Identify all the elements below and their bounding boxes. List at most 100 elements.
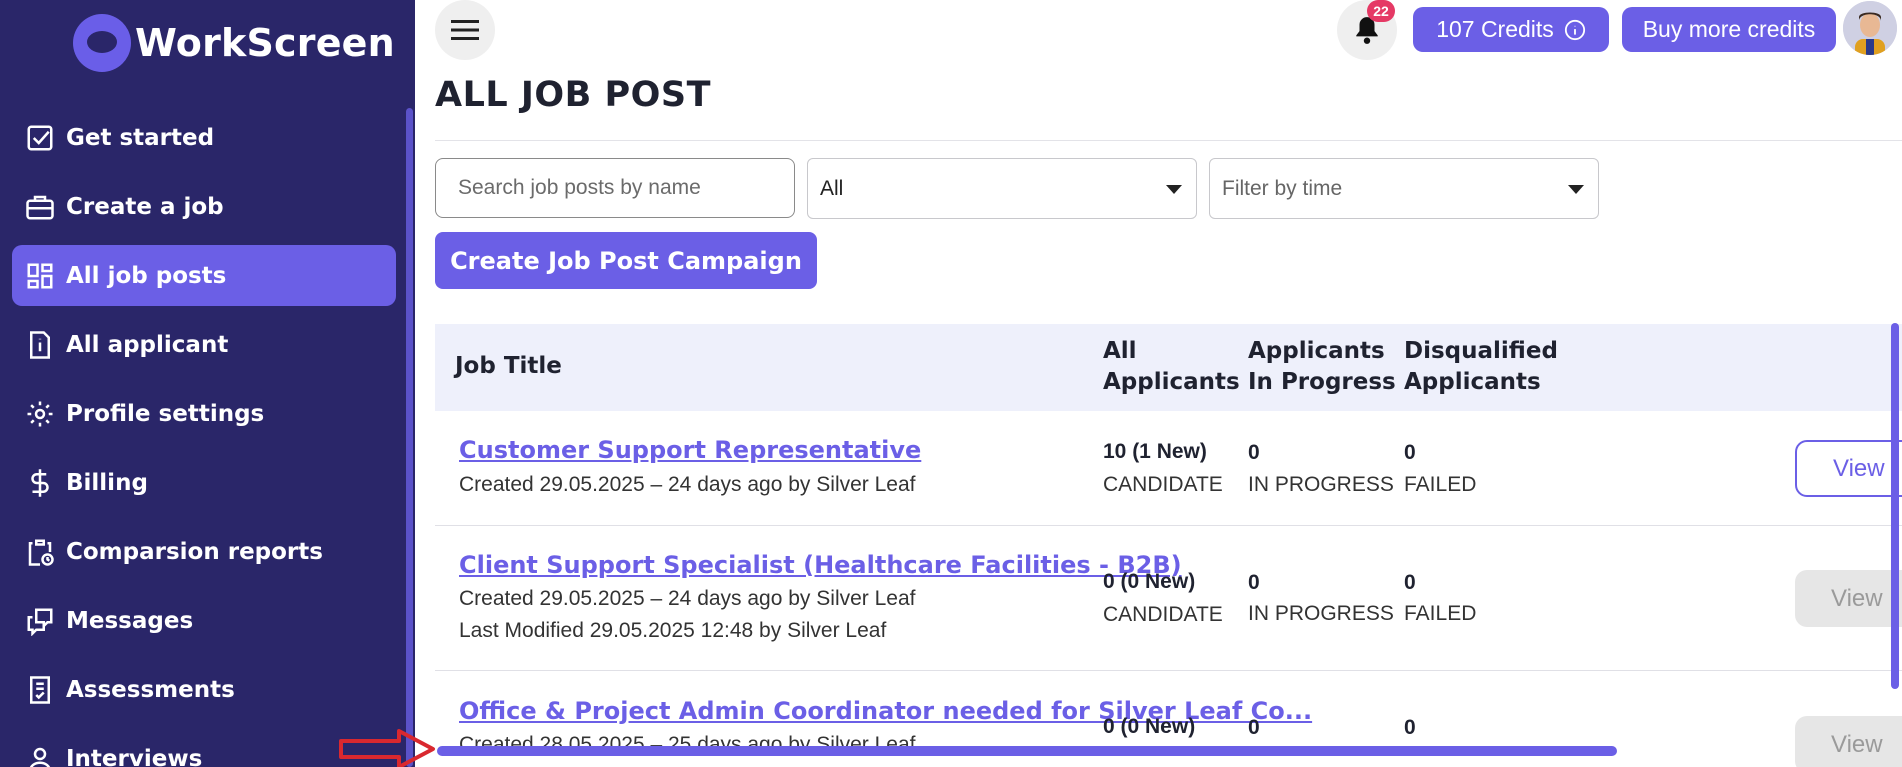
sidebar-item-profile-settings[interactable]: Profile settings [12,383,396,444]
checklist-icon [24,674,56,706]
header-label: Applicants [1103,369,1240,395]
chat-icon [24,605,56,637]
buy-credits-label: Buy more credits [1642,16,1816,42]
in-progress-count: 0 [1248,571,1260,594]
view-button[interactable]: View [1795,716,1902,767]
in-progress-count: 0 [1248,716,1260,739]
sidebar-item-label: Get started [66,124,215,151]
header-label: Job Title [455,353,562,379]
view-button[interactable]: View [1795,440,1902,497]
column-header-disqualified-applicants[interactable]: Disqualified Applicants [1404,336,1558,398]
sidebar-item-all-job-posts[interactable]: All job posts [12,245,396,306]
sidebar-item-label: Create a job [66,193,224,220]
sidebar-item-label: Billing [66,469,148,496]
job-title-link[interactable]: Customer Support Representative [459,436,921,464]
sidebar-item-billing[interactable]: Billing [12,452,396,513]
grid-icon [24,260,56,292]
table-row: Client Support Specialist (Healthcare Fa… [435,526,1902,671]
job-title-link[interactable]: Client Support Specialist (Healthcare Fa… [459,551,1182,579]
sidebar-nav: Get started Create a job All job posts A… [12,107,396,767]
job-created-meta: Created 29.05.2025 – 24 days ago by Silv… [459,473,916,496]
sidebar-item-label: Comparsion reports [66,538,323,565]
info-document-icon [24,329,56,361]
horizontal-scrollbar[interactable] [437,746,1617,756]
sidebar-item-comparsion-reports[interactable]: Comparsion reports [12,521,396,582]
column-header-applicants-in-progress[interactable]: Applicants In Progress [1248,336,1396,398]
page-title: ALL JOB POST [435,75,712,115]
header-label: Disqualified [1404,338,1558,364]
annotation-arrow-icon [339,729,435,767]
in-progress-count: 0 [1248,441,1260,464]
table-row: Customer Support Representative Created … [435,411,1902,526]
view-label: View [1833,454,1885,482]
sidebar-item-label: Interviews [66,745,203,767]
sidebar-item-all-applicant[interactable]: All applicant [12,314,396,375]
sidebar-item-get-started[interactable]: Get started [12,107,396,168]
divider [435,140,1902,141]
brand-logo[interactable]: WorkScreen [73,14,395,72]
avatar[interactable] [1843,1,1897,55]
credits-label: 107 Credits [1436,16,1554,42]
vertical-scrollbar[interactable] [1891,323,1899,689]
sidebar-item-label: Assessments [66,676,235,703]
view-button[interactable]: View [1795,570,1902,627]
sidebar-item-messages[interactable]: Messages [12,590,396,651]
sidebar-item-label: Profile settings [66,400,265,427]
chevron-down-icon [1568,185,1584,194]
failed-label: FAILED [1404,602,1477,625]
header-label: Applicants [1248,338,1385,364]
column-header-all-applicants[interactable]: All Applicants [1103,336,1240,398]
briefcase-icon [24,191,56,223]
sidebar-item-create-job[interactable]: Create a job [12,176,396,237]
time-filter-select[interactable]: Filter by time [1209,158,1599,219]
all-applicants-count: 0 (0 New) [1103,715,1196,738]
view-label: View [1831,584,1883,612]
chevron-down-icon [1166,185,1182,194]
all-applicants-count: 10 (1 New) [1103,440,1207,463]
in-progress-label: IN PROGRESS [1248,602,1394,625]
main-content: 22 107 Credits Buy more credits ALL JOB … [415,0,1902,767]
failed-count: 0 [1404,716,1416,739]
sidebar-item-label: All job posts [66,262,227,289]
sidebar-item-assessments[interactable]: Assessments [12,659,396,720]
info-icon [1564,19,1585,40]
avatar-image [1843,1,1897,55]
all-applicants-count: 0 (0 New) [1103,570,1196,593]
failed-count: 0 [1404,441,1416,464]
job-modified-meta: Last Modified 29.05.2025 12:48 by Silver… [459,619,887,642]
job-created-meta: Created 29.05.2025 – 24 days ago by Silv… [459,587,916,610]
time-filter-value: Filter by time [1222,176,1343,200]
column-header-job-title[interactable]: Job Title [455,351,562,382]
notification-count-badge: 22 [1367,0,1395,22]
sidebar-item-label: Messages [66,607,194,634]
credits-button[interactable]: 107 Credits [1413,7,1609,52]
buy-credits-button[interactable]: Buy more credits [1622,7,1836,52]
failed-label: FAILED [1404,473,1477,496]
create-job-post-campaign-button[interactable]: Create Job Post Campaign [435,232,817,289]
status-filter-value: All [820,176,844,200]
failed-count: 0 [1404,571,1416,594]
dollar-icon [24,467,56,499]
sidebar-scrollbar[interactable] [406,108,413,767]
create-button-label: Create Job Post Campaign [450,246,802,275]
header-label: All [1103,338,1137,364]
user-icon [24,743,56,767]
clipboard-clock-icon [24,536,56,568]
header-label: Applicants [1404,369,1541,395]
in-progress-label: IN PROGRESS [1248,473,1394,496]
status-filter-select[interactable]: All [807,158,1197,219]
checkbox-icon [24,122,56,154]
view-label: View [1831,730,1883,758]
menu-button[interactable] [435,0,495,60]
search-input[interactable] [435,158,795,218]
hamburger-icon [451,20,479,40]
gear-icon [24,398,56,430]
sidebar-item-label: All applicant [66,331,229,358]
all-applicants-label: CANDIDATE [1103,603,1223,626]
brand-name: WorkScreen [135,21,395,65]
header-label: In Progress [1248,369,1396,395]
sidebar: WorkScreen Get started Create a job All … [0,0,415,767]
all-applicants-label: CANDIDATE [1103,473,1223,496]
table-header: Job Title All Applicants Applicants In P… [435,324,1902,411]
logo-icon [73,14,131,72]
